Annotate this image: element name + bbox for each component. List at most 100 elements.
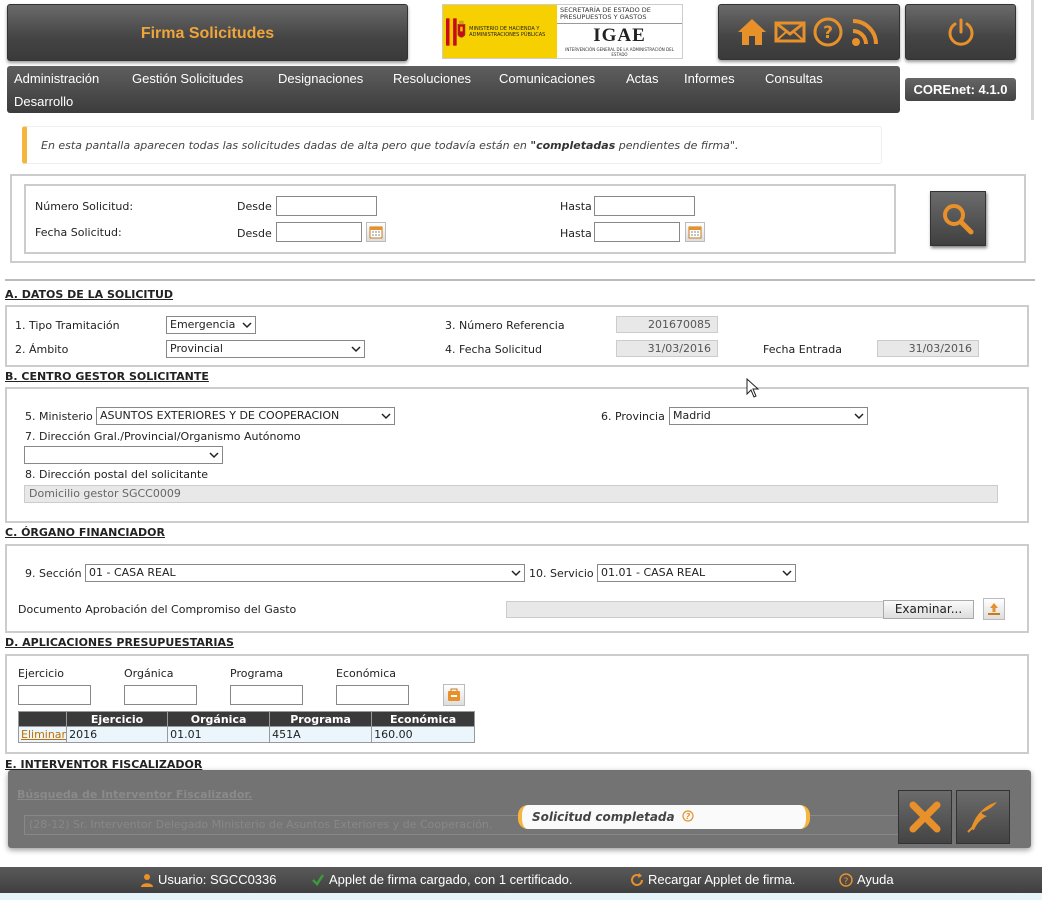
ambito-select[interactable]: Provincial [166,340,365,358]
calendar-icon [369,226,383,239]
quill-icon [967,802,997,833]
refresh-icon [631,872,643,886]
organica-input[interactable] [124,685,197,705]
menu-item-informes[interactable]: Informes [684,71,735,86]
section-c-box [5,544,1029,633]
provincia-value: Madrid [673,409,711,422]
table-header [17,711,68,727]
top-header: Firma Solicitudes MINISTERIO DE HACIENDA… [0,0,1042,120]
menu-item-administracion[interactable]: Administración [14,71,99,86]
chevron-down-icon [782,570,792,577]
documento-label: Documento Aprobación del Compromiso del … [18,603,297,616]
status-toast: Solicitud completada ? [518,805,810,829]
tipo-tramitacion-select[interactable]: Emergencia [166,316,256,334]
numero-hasta-label: Hasta [560,200,592,213]
cancel-button[interactable] [898,790,952,844]
chevron-down-icon [351,346,361,353]
help-icon: ? [839,872,853,887]
menu-item-actas[interactable]: Actas [626,71,659,86]
divider [5,279,1035,281]
header-icon-group: ? [718,4,900,60]
help-icon: ? [682,810,694,822]
search-panel: Número Solicitud: Desde Hasta Fecha Soli… [10,174,1026,263]
calendar-hasta-button[interactable] [685,222,705,242]
delete-row-link[interactable]: Eliminar [21,728,66,741]
power-icon [948,18,973,46]
ambito-label: 2. Ámbito [15,343,69,356]
numero-solicitud-label: Número Solicitud: [35,200,134,213]
fecha-desde-input[interactable] [276,222,362,242]
search-interventor-link[interactable]: Búsqueda de Interventor Fiscalizador. [17,788,252,801]
ministry-logo-left: MINISTERIO DE HACIENDA Y ADMINISTRACIONE… [443,5,557,58]
rss-icon[interactable] [850,17,882,47]
direccion-select[interactable] [24,446,223,464]
numero-hasta-input[interactable] [594,196,695,216]
postal-field: Domicilio gestor SGCC0009 [24,485,998,503]
ministerio-label: 5. Ministerio [25,410,93,423]
help-link[interactable]: ? Ayuda [839,872,894,887]
seccion-label: 9. Sección [25,567,82,580]
numero-desde-input[interactable] [276,196,377,216]
upload-button[interactable] [983,598,1005,620]
help-icon[interactable]: ? [812,17,844,47]
menu-item-designaciones[interactable]: Designaciones [278,71,363,86]
chevron-down-icon [209,452,219,459]
chevron-down-icon [854,413,864,420]
menu-item-resoluciones[interactable]: Resoluciones [393,71,471,86]
programa-input[interactable] [230,685,303,705]
add-application-button[interactable] [443,684,465,706]
status-applet: Applet de firma cargado, con 1 certifica… [311,872,573,887]
menu-item-gestion-solicitudes[interactable]: Gestión Solicitudes [132,71,243,86]
header-edge [1031,0,1034,120]
chevron-down-icon [511,570,521,577]
mail-icon[interactable] [774,17,806,47]
servicio-select[interactable]: 01.01 - CASA REAL [597,564,796,582]
numero-referencia-field: 201670085 [616,316,718,333]
logout-button[interactable] [905,4,1016,60]
mouse-cursor-icon [746,378,760,398]
version-label: COREnet: 4.1.0 [905,78,1016,101]
provincia-select[interactable]: Madrid [669,407,868,425]
status-bar: Usuario: SGCC0336 Applet de firma cargad… [0,867,1042,893]
fecha-hasta-input[interactable] [594,222,680,242]
documento-file-field[interactable] [506,601,884,618]
upload-icon [988,603,1000,615]
section-d-title: D. APLICACIONES PRESUPUESTARIAS [5,636,234,649]
table-header-row: Ejercicio Orgánica Programa Económica [17,711,476,727]
aplicaciones-table: Ejercicio Orgánica Programa Económica El… [17,711,476,743]
servicio-label: 10. Servicio [529,567,594,580]
tipo-tramitacion-value: Emergencia [170,318,236,331]
home-icon[interactable] [736,17,768,47]
fecha-solicitud-label: Fecha Solicitud: [35,226,122,239]
section-c-title: C. ÓRGANO FINANCIADOR [5,526,165,539]
ministry-logo-right: SECRETARÍA DE ESTADO DE PRESUPUESTOS Y G… [557,5,682,58]
section-a-box [5,305,1029,367]
seccion-select[interactable]: 01 - CASA REAL [85,564,525,582]
status-user: Usuario: SGCC0336 [140,872,277,887]
economica-label: Económica [336,667,396,680]
svg-text:?: ? [823,23,833,43]
check-icon [312,873,325,886]
svg-text:?: ? [685,812,690,821]
status-applet-text: Applet de firma cargado, con 1 certifica… [329,872,573,887]
table-cell: 01.01 [167,726,271,743]
ministry-text: MINISTERIO DE HACIENDA Y ADMINISTRACIONE… [469,25,546,38]
calendar-desde-button[interactable] [366,222,386,242]
ejercicio-input[interactable] [18,685,91,705]
fecha-entrada-field: 31/03/2016 [877,340,979,357]
menu-item-consultas[interactable]: Consultas [765,71,823,86]
close-icon [909,801,941,833]
ambito-value: Provincial [170,342,223,355]
ministerio-select[interactable]: ASUNTOS EXTERIORES Y DE COOPERACION [96,407,395,425]
search-button[interactable] [930,191,986,246]
save-icon [448,688,460,701]
sign-button[interactable] [956,790,1010,844]
economica-input[interactable] [336,685,409,705]
menu-item-comunicaciones[interactable]: Comunicaciones [499,71,595,86]
reload-applet-link[interactable]: Recargar Applet de firma. [630,872,795,887]
menu-item-desarrollo[interactable]: Desarrollo [14,94,73,109]
table-cell: Eliminar [17,726,68,743]
igae-subtitle: INTERVENCIÓN GENERAL DE LA ADMINISTRACIÓ… [565,47,674,57]
table-row: Eliminar 2016 01.01 451A 160.00 [17,726,476,743]
browse-button[interactable]: Examinar... [883,600,974,619]
